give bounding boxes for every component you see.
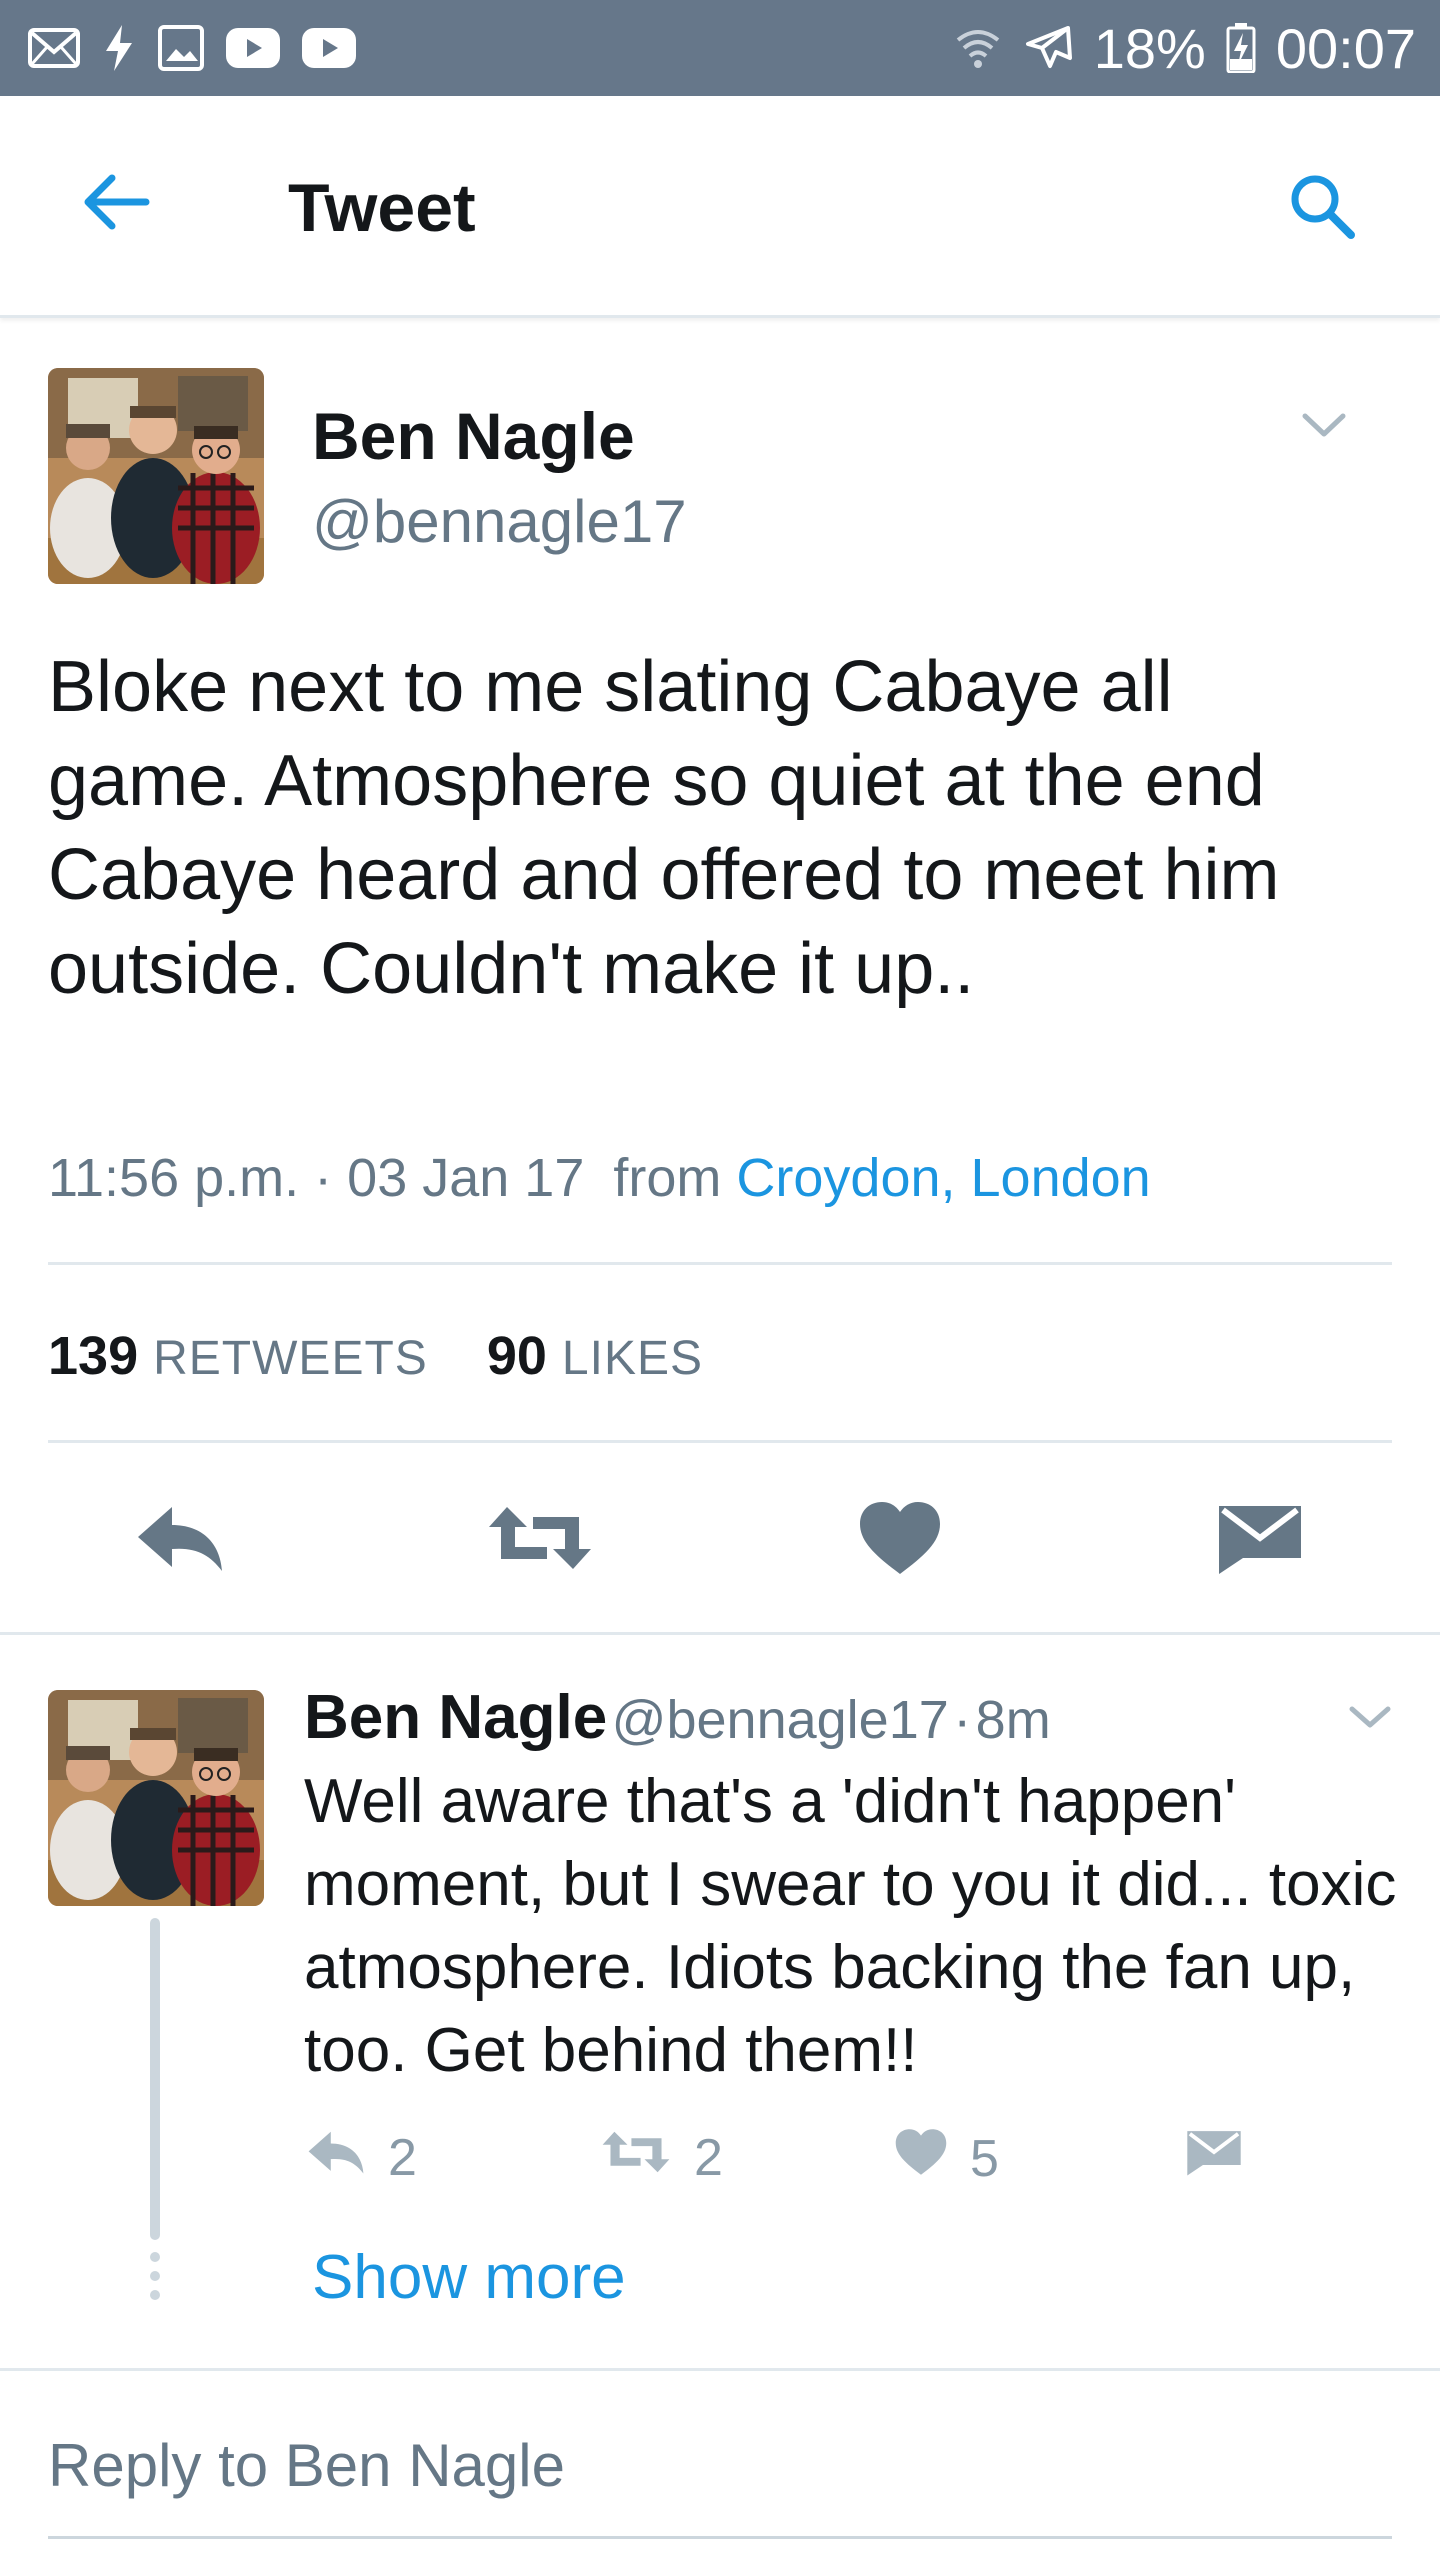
like-button[interactable] (840, 1495, 960, 1585)
reply-author-handle[interactable]: @bennagle17 (612, 1690, 949, 1750)
reply-retweet-button[interactable]: 2 (600, 2128, 723, 2188)
chevron-down-icon (1301, 412, 1347, 445)
divider (48, 1262, 1392, 1265)
tweet-stats: 139 RETWEETS 90 LIKES (48, 1320, 703, 1395)
reply-button[interactable] (120, 1495, 240, 1585)
flash-icon (102, 23, 136, 73)
reply-icon (134, 1503, 226, 1578)
meta-separator: · (314, 1148, 333, 1208)
like-count: 5 (970, 2129, 999, 2188)
chevron-down-icon (1348, 1705, 1392, 1736)
notification-icons (28, 23, 356, 73)
reply-input[interactable]: Reply to Ben Nagle (48, 2428, 565, 2504)
divider (0, 1632, 1440, 1635)
youtube-icon (302, 28, 356, 68)
retweet-button[interactable] (480, 1495, 600, 1585)
wifi-icon (954, 24, 1002, 72)
show-more-link[interactable]: Show more (312, 2240, 626, 2316)
from-label: from (613, 1148, 722, 1208)
retweet-icon (600, 2128, 672, 2188)
author-name[interactable]: Ben Nagle (312, 396, 635, 476)
back-button[interactable] (70, 164, 160, 244)
retweets-stat[interactable]: 139 RETWEETS (48, 1326, 443, 1386)
like-icon (894, 2128, 948, 2189)
likes-count: 90 (486, 1326, 547, 1386)
gallery-icon (158, 25, 204, 71)
like-icon (858, 1500, 942, 1581)
reply-age: 8m (975, 1690, 1051, 1750)
direct-message-icon (1186, 2128, 1242, 2189)
reply-input-underline (48, 2536, 1392, 2539)
retweets-count: 139 (48, 1326, 139, 1386)
avatar[interactable] (48, 368, 264, 584)
reply-options-button[interactable] (1340, 1700, 1400, 1740)
search-icon (1287, 171, 1357, 246)
author-handle[interactable]: @bennagle17 (312, 486, 687, 558)
direct-message-button[interactable] (1200, 1495, 1320, 1585)
reply-separator: · (953, 1690, 972, 1750)
system-indicators: 18% 00:07 (954, 16, 1416, 81)
reply-icon (306, 2128, 366, 2188)
tweet-meta: 11:56 p.m. · 03 Jan 17 from Croydon, Lon… (48, 1142, 1151, 1214)
reply-like-button[interactable]: 5 (894, 2128, 999, 2189)
back-arrow-icon (80, 172, 150, 237)
likes-stat[interactable]: 90 LIKES (487, 1326, 703, 1386)
status-bar: 18% 00:07 (0, 0, 1440, 96)
app-bar: Tweet (0, 96, 1440, 318)
clock: 00:07 (1275, 16, 1416, 80)
direct-message-icon (1217, 1502, 1303, 1579)
tweet-text: Bloke next to me slating Cabaye all game… (48, 647, 1280, 1009)
reply-author-name[interactable]: Ben Nagle (304, 1683, 607, 1752)
page-title: Tweet (288, 170, 476, 246)
airplane-mode-icon (1022, 22, 1074, 74)
thread-dots (149, 2252, 161, 2300)
battery-percent: 18% (1093, 16, 1206, 80)
reply-text: Well aware that's a 'didn't happen' mome… (304, 1767, 1397, 2085)
retweet-count: 2 (694, 2129, 723, 2187)
reply-dm-button[interactable] (1186, 2128, 1242, 2189)
avatar[interactable] (48, 1690, 264, 1906)
tweet-date: 03 Jan 17 (347, 1148, 585, 1208)
retweets-label: RETWEETS (153, 1332, 428, 1385)
reply-count: 2 (388, 2129, 417, 2187)
reply-reply-button[interactable]: 2 (306, 2128, 417, 2188)
tweet-options-button[interactable] (1294, 408, 1354, 448)
youtube-icon (226, 28, 280, 68)
retweet-icon (485, 1503, 595, 1578)
thread-line (150, 1918, 160, 2240)
location-link[interactable]: Croydon, London (736, 1148, 1150, 1208)
divider (0, 2368, 1440, 2371)
divider (48, 1440, 1392, 1443)
email-icon (28, 28, 80, 68)
likes-label: LIKES (561, 1332, 703, 1385)
search-button[interactable] (1282, 168, 1362, 248)
tweet-time: 11:56 p.m. (48, 1148, 300, 1208)
battery-charging-icon (1226, 23, 1256, 73)
